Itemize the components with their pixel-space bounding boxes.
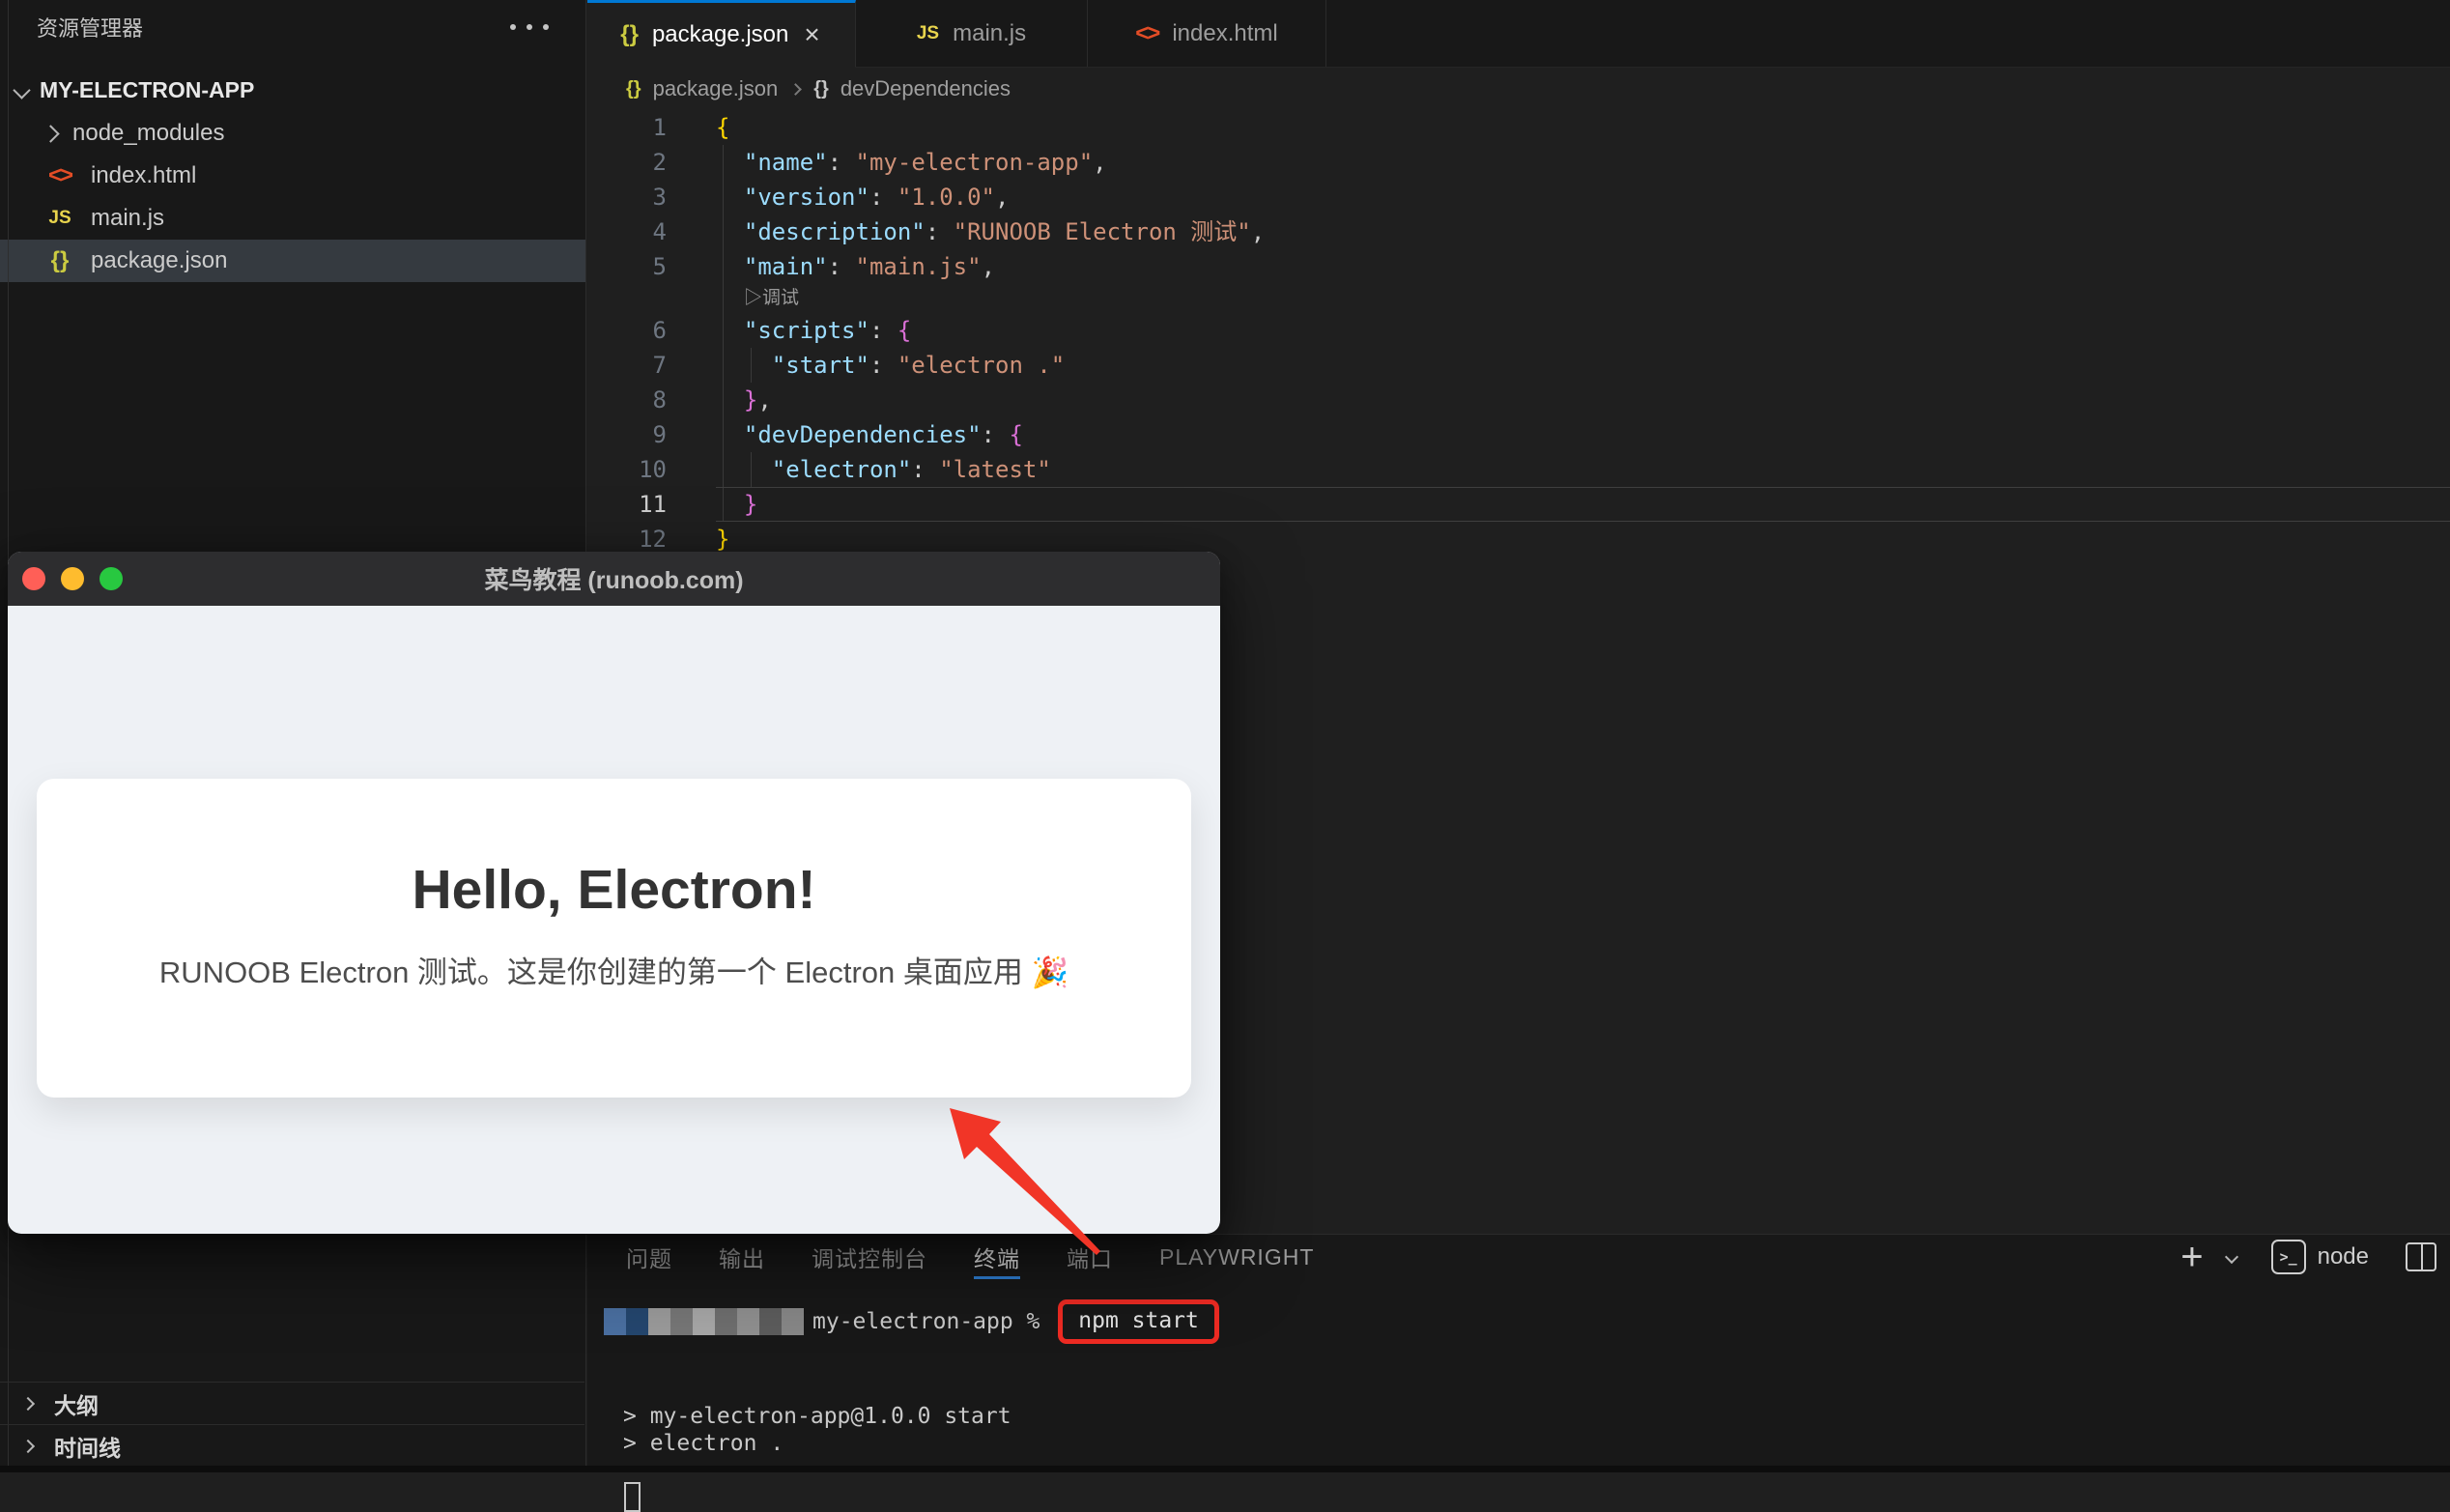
panel-tab-terminal[interactable]: 终端 bbox=[974, 1235, 1020, 1279]
panel-tab-debug-console[interactable]: 调试控制台 bbox=[812, 1235, 927, 1279]
sidebar-item-package-json[interactable]: {} package.json bbox=[0, 240, 585, 282]
outline-section-header[interactable]: 大纲 bbox=[0, 1383, 584, 1425]
js-file-icon: JS bbox=[917, 23, 939, 44]
panel-tab-playwright[interactable]: PLAYWRIGHT bbox=[1159, 1235, 1314, 1279]
code-line: 5 "main": "main.js", bbox=[587, 249, 2450, 284]
current-line-highlight bbox=[716, 487, 2450, 522]
indent-guide bbox=[751, 452, 752, 487]
explorer-title: 资源管理器 bbox=[37, 12, 143, 43]
zoom-window-icon[interactable] bbox=[100, 567, 123, 590]
terminal-cursor bbox=[624, 1482, 641, 1512]
html-file-icon: <> bbox=[44, 162, 75, 189]
line-number: 8 bbox=[587, 383, 667, 417]
panel-tab-output[interactable]: 输出 bbox=[719, 1235, 765, 1279]
split-terminal-icon[interactable] bbox=[2406, 1242, 2436, 1271]
chevron-down-icon bbox=[13, 81, 30, 99]
terminal-command: npm start bbox=[1078, 1308, 1199, 1333]
project-root-label: MY-ELECTRON-APP bbox=[40, 77, 254, 103]
sidebar-item-index-html[interactable]: <> index.html bbox=[0, 155, 585, 197]
indent-guide bbox=[723, 145, 724, 522]
close-window-icon[interactable] bbox=[22, 567, 45, 590]
hello-heading: Hello, Electron! bbox=[37, 858, 1191, 922]
json-braces-icon: {} bbox=[626, 78, 641, 100]
codelens-row: ▷调试 bbox=[587, 284, 2450, 313]
breadcrumb: {} package.json {} devDependencies bbox=[587, 68, 2450, 110]
electron-title-bar[interactable]: 菜鸟教程 (runoob.com) bbox=[8, 552, 1220, 606]
project-root-row[interactable]: MY-ELECTRON-APP bbox=[0, 68, 585, 112]
panel-tab-problems[interactable]: 问题 bbox=[626, 1235, 672, 1279]
terminal-output-line: > electron . bbox=[623, 1430, 783, 1457]
bottom-panel: 问题 输出 调试控制台 终端 端口 PLAYWRIGHT + >_ node bbox=[587, 1234, 2450, 1472]
terminal-instance-node[interactable]: >_ node bbox=[2271, 1240, 2369, 1274]
sidebar-item-node-modules[interactable]: node_modules bbox=[0, 112, 585, 155]
electron-window-content: Hello, Electron! RUNOOB Electron 测试。这是你创… bbox=[8, 606, 1220, 1234]
code-line: 1 { bbox=[587, 110, 2450, 145]
html-file-icon: <> bbox=[1135, 20, 1158, 47]
npm-start-highlight-box: npm start bbox=[1058, 1299, 1219, 1344]
code-line: 3 "version": "1.0.0", bbox=[587, 180, 2450, 214]
electron-app-window: 菜鸟教程 (runoob.com) Hello, Electron! RUNOO… bbox=[8, 552, 1220, 1234]
terminal-icon: >_ bbox=[2271, 1240, 2306, 1274]
line-number: 5 bbox=[587, 249, 667, 284]
terminal-prompt-line: my-electron-app % npm start bbox=[604, 1298, 1219, 1346]
electron-window-title: 菜鸟教程 (runoob.com) bbox=[484, 561, 743, 596]
breadcrumb-file[interactable]: package.json bbox=[653, 76, 779, 101]
indent-guide bbox=[751, 348, 752, 383]
chevron-right-icon bbox=[42, 125, 59, 142]
close-icon[interactable]: × bbox=[802, 21, 821, 48]
explorer-header: 资源管理器 bbox=[0, 0, 585, 54]
tab-package-json[interactable]: {} package.json × bbox=[587, 0, 856, 68]
code-line: 2 "name": "my-electron-app", bbox=[587, 145, 2450, 180]
json-braces-icon: {} bbox=[813, 78, 829, 100]
tab-index-html[interactable]: <> index.html bbox=[1088, 0, 1326, 67]
terminal-output-line: > my-electron-app@1.0.0 start bbox=[623, 1403, 1011, 1430]
panel-tab-ports[interactable]: 端口 bbox=[1067, 1235, 1113, 1279]
line-number: 7 bbox=[587, 348, 667, 383]
hello-subtitle: RUNOOB Electron 测试。这是你创建的第一个 Electron 桌面… bbox=[37, 948, 1191, 991]
line-number: 1 bbox=[587, 110, 667, 145]
line-number: 6 bbox=[587, 313, 667, 348]
vscode-window: { "app": { "accent_blue": "#0078d4" }, "… bbox=[0, 0, 2450, 1472]
panel-tab-bar: 问题 输出 调试控制台 终端 端口 PLAYWRIGHT bbox=[587, 1235, 2450, 1279]
line-number: 9 bbox=[587, 417, 667, 452]
chevron-right-icon bbox=[789, 83, 802, 96]
code-line: 8 }, bbox=[587, 383, 2450, 417]
json-file-icon: {} bbox=[44, 247, 75, 274]
code-line: 7 "start": "electron ." bbox=[587, 348, 2450, 383]
terminal-prompt: my-electron-app % bbox=[812, 1309, 1053, 1334]
chevron-right-icon bbox=[21, 1397, 35, 1411]
more-actions-icon[interactable] bbox=[504, 18, 555, 36]
traffic-lights bbox=[22, 567, 123, 590]
line-number: 11 bbox=[587, 487, 667, 522]
line-number: 3 bbox=[587, 180, 667, 214]
timeline-section-header[interactable]: 时间线 bbox=[0, 1425, 584, 1468]
chevron-right-icon bbox=[21, 1440, 35, 1453]
code-token: { bbox=[716, 114, 729, 141]
codelens-debug[interactable]: ▷调试 bbox=[744, 284, 799, 313]
js-file-icon: JS bbox=[44, 208, 75, 229]
sidebar-item-main-js[interactable]: JS main.js bbox=[0, 197, 585, 240]
code-line: 4 "description": "RUNOOB Electron 测试", bbox=[587, 214, 2450, 249]
window-bottom-edge bbox=[0, 1466, 2450, 1472]
tab-main-js[interactable]: JS main.js bbox=[856, 0, 1088, 67]
json-file-icon: {} bbox=[620, 21, 639, 48]
hello-card: Hello, Electron! RUNOOB Electron 测试。这是你创… bbox=[37, 779, 1191, 1098]
terminal-viewport[interactable]: my-electron-app % npm start > my-electro… bbox=[587, 1279, 2450, 1472]
code-line: 6 "scripts": { bbox=[587, 313, 2450, 348]
new-terminal-icon[interactable]: + bbox=[2180, 1238, 2203, 1276]
minimize-window-icon[interactable] bbox=[61, 567, 84, 590]
line-number: 2 bbox=[587, 145, 667, 180]
line-number: 10 bbox=[587, 452, 667, 487]
code-line: 10 "electron": "latest" bbox=[587, 452, 2450, 487]
line-number: 4 bbox=[587, 214, 667, 249]
code-line: 9 "devDependencies": { bbox=[587, 417, 2450, 452]
editor-tab-bar: {} package.json × JS main.js <> index.ht… bbox=[587, 0, 2450, 68]
chevron-down-icon[interactable] bbox=[2225, 1250, 2238, 1264]
breadcrumb-symbol[interactable]: devDependencies bbox=[840, 76, 1011, 101]
terminal-actions: + >_ node bbox=[2180, 1235, 2436, 1279]
code-editor[interactable]: 1 { 2 "name": "my-electron-app", 3 "vers… bbox=[587, 110, 2450, 556]
censored-username bbox=[604, 1308, 804, 1335]
